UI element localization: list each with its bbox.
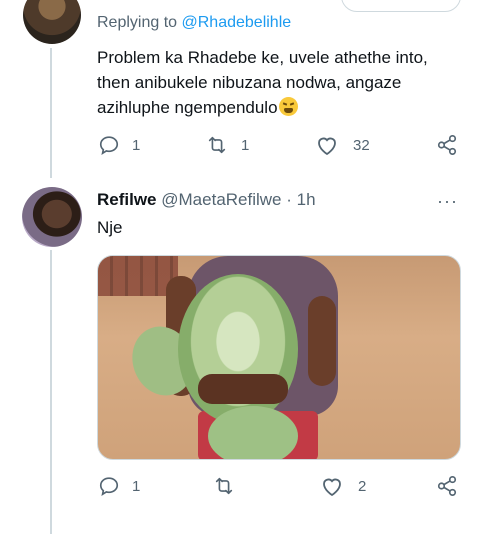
like-count: 32 bbox=[353, 136, 370, 154]
tweet-text: Nje bbox=[97, 218, 123, 237]
like-icon bbox=[318, 137, 336, 156]
thread-line-bottom bbox=[50, 250, 52, 534]
share-action[interactable] bbox=[436, 475, 458, 497]
like-count: 2 bbox=[358, 477, 367, 495]
tweet-text-line-3: azihluphe ngempendulo bbox=[97, 98, 278, 117]
tweet-text-line-2: then anibukele nibuzana nodwa, angaze bbox=[97, 73, 402, 92]
share-icon bbox=[437, 476, 457, 496]
tired-face-emoji-icon bbox=[278, 97, 298, 116]
retweet-icon bbox=[215, 477, 233, 495]
tweet-image[interactable] bbox=[97, 255, 461, 460]
image-hands bbox=[198, 374, 288, 404]
tweet-time[interactable]: 1h bbox=[297, 190, 316, 209]
tweet-text-line-1: Problem ka Rhadebe ke, uvele athethe int… bbox=[97, 48, 428, 67]
image-leaf bbox=[208, 406, 298, 459]
retweet-count: 1 bbox=[241, 136, 250, 154]
replying-prefix: Replying to bbox=[97, 14, 182, 31]
follow-button[interactable] bbox=[341, 0, 461, 12]
replying-mention-link[interactable]: @Rhadebelihle bbox=[182, 14, 292, 31]
reply-action[interactable]: 1 bbox=[98, 475, 140, 497]
avatar[interactable] bbox=[23, 0, 81, 44]
retweet-action[interactable]: 1 bbox=[205, 134, 249, 156]
reply-icon bbox=[99, 477, 119, 496]
reply-count: 1 bbox=[132, 477, 141, 495]
author-name[interactable]: Refilwe bbox=[97, 190, 157, 209]
reply-count: 1 bbox=[132, 136, 141, 154]
separator-dot: · bbox=[286, 190, 292, 209]
like-action[interactable]: 2 bbox=[320, 475, 366, 497]
thread-line-top bbox=[50, 48, 52, 178]
reply-icon bbox=[99, 136, 119, 155]
like-icon bbox=[323, 478, 341, 497]
retweet-action[interactable] bbox=[212, 475, 236, 497]
replying-to: Replying to @Rhadebelihle bbox=[97, 14, 291, 32]
like-action[interactable]: 32 bbox=[315, 134, 370, 156]
avatar[interactable] bbox=[22, 187, 82, 247]
reply-action[interactable]: 1 bbox=[98, 134, 140, 156]
author-handle[interactable]: @MaetaRefilwe bbox=[161, 190, 281, 209]
author-line: Refilwe @MaetaRefilwe · 1h bbox=[97, 190, 316, 210]
share-icon bbox=[437, 135, 457, 155]
more-icon[interactable]: ··· bbox=[437, 192, 458, 210]
image-arm-right bbox=[308, 296, 336, 386]
retweet-icon bbox=[208, 136, 226, 154]
share-action[interactable] bbox=[436, 134, 458, 156]
tweet-text-line-3-container: azihluphe ngempendulo bbox=[97, 95, 298, 120]
